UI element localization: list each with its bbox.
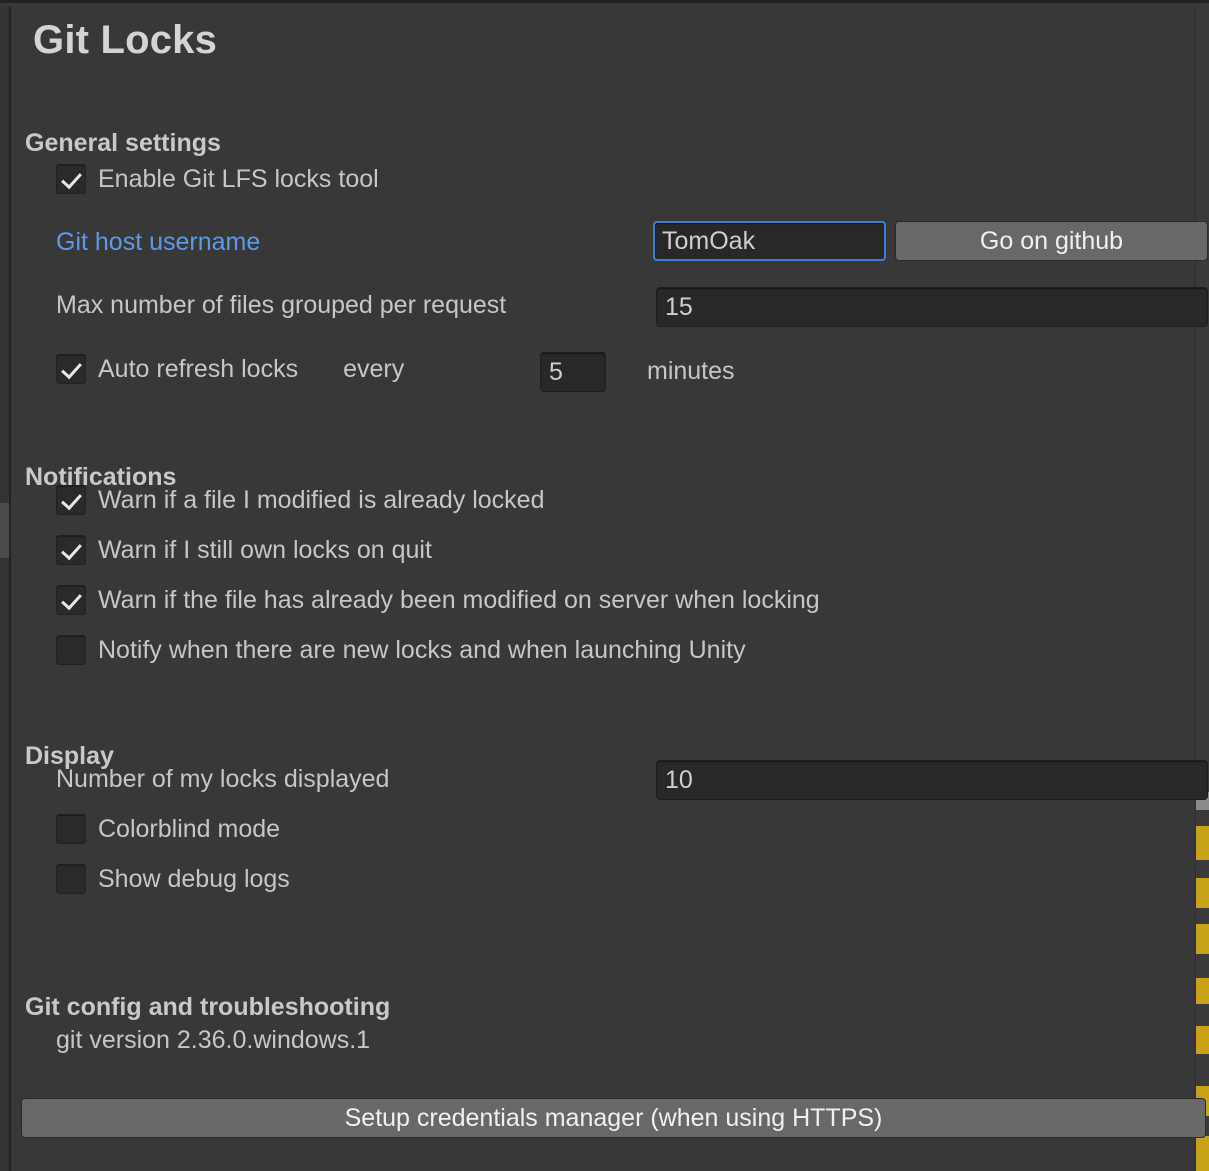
warn-modified-locked-label: Warn if a file I modified is already loc… bbox=[98, 485, 545, 514]
notify-new-locks-label: Notify when there are new locks and when… bbox=[98, 635, 746, 664]
auto-refresh-interval-input[interactable] bbox=[540, 352, 606, 392]
max-files-per-request-label: Max number of files grouped per request bbox=[56, 291, 507, 319]
gap-row bbox=[1196, 860, 1209, 878]
enable-git-lfs-locks-row[interactable]: Enable Git LFS locks tool bbox=[56, 164, 379, 194]
warn-own-locks-quit-label: Warn if I still own locks on quit bbox=[98, 535, 432, 564]
auto-refresh-unit-label: minutes bbox=[647, 357, 735, 385]
display-row-colorblind-mode[interactable]: Colorblind mode bbox=[56, 814, 280, 844]
show-debug-logs-label: Show debug logs bbox=[98, 864, 290, 893]
amber-row-marker bbox=[1196, 924, 1209, 954]
warn-modified-server-label: Warn if the file has already been modifi… bbox=[98, 585, 820, 614]
auto-refresh-locks-row[interactable]: Auto refresh locks every bbox=[56, 354, 404, 384]
colorblind-mode-checkbox[interactable] bbox=[56, 814, 86, 844]
gap-row bbox=[1196, 1054, 1209, 1086]
git-version-text: git version 2.36.0.windows.1 bbox=[56, 1026, 371, 1054]
auto-refresh-locks-checkbox[interactable] bbox=[56, 354, 86, 384]
section-heading-general: General settings bbox=[25, 129, 221, 157]
adjacent-panel-sliver[interactable] bbox=[1195, 6, 1209, 1171]
amber-row-marker bbox=[1196, 878, 1209, 908]
git-host-username-label[interactable]: Git host username bbox=[56, 228, 260, 257]
display-row-show-debug-logs[interactable]: Show debug logs bbox=[56, 864, 290, 894]
warn-own-locks-quit-checkbox[interactable] bbox=[56, 535, 86, 565]
enable-git-lfs-locks-checkbox[interactable] bbox=[56, 164, 86, 194]
git-host-username-input[interactable] bbox=[653, 221, 886, 261]
section-heading-git-config: Git config and troubleshooting bbox=[25, 993, 391, 1021]
notification-row-notify-new-locks[interactable]: Notify when there are new locks and when… bbox=[56, 635, 746, 665]
git-locks-settings-window: Git Locks General settings Enable Git LF… bbox=[0, 0, 1209, 1171]
amber-row-marker bbox=[1196, 1026, 1209, 1054]
notification-row-warn-modified-server[interactable]: Warn if the file has already been modifi… bbox=[56, 585, 820, 615]
notify-new-locks-checkbox[interactable] bbox=[56, 635, 86, 665]
left-scrollbar-thumb[interactable] bbox=[0, 503, 9, 558]
max-files-per-request-input[interactable] bbox=[656, 287, 1208, 327]
amber-row-marker bbox=[1196, 978, 1209, 1004]
amber-row-marker bbox=[1196, 826, 1209, 860]
colorblind-mode-label: Colorblind mode bbox=[98, 814, 281, 843]
auto-refresh-locks-label: Auto refresh locks bbox=[98, 354, 299, 383]
settings-content: Git Locks General settings Enable Git LF… bbox=[11, 6, 1208, 1171]
gap-row bbox=[1196, 908, 1209, 924]
amber-row-marker bbox=[1196, 1136, 1209, 1171]
locks-displayed-label: Number of my locks displayed bbox=[56, 765, 390, 793]
auto-refresh-every-label: every bbox=[343, 354, 405, 383]
left-scrollbar-track[interactable] bbox=[0, 6, 9, 1171]
notification-row-warn-modified-locked[interactable]: Warn if a file I modified is already loc… bbox=[56, 485, 544, 515]
go-on-github-button[interactable]: Go on github bbox=[895, 221, 1208, 261]
notification-row-warn-own-locks-quit[interactable]: Warn if I still own locks on quit bbox=[56, 535, 432, 565]
setup-credentials-manager-button[interactable]: Setup credentials manager (when using HT… bbox=[21, 1098, 1206, 1138]
show-debug-logs-checkbox[interactable] bbox=[56, 864, 86, 894]
gap-row bbox=[1196, 954, 1209, 978]
gap-row bbox=[1196, 1004, 1209, 1026]
locks-displayed-input[interactable] bbox=[656, 760, 1208, 800]
warn-modified-locked-checkbox[interactable] bbox=[56, 485, 86, 515]
page-title: Git Locks bbox=[33, 18, 218, 62]
enable-git-lfs-locks-label: Enable Git LFS locks tool bbox=[98, 164, 379, 193]
warn-modified-server-checkbox[interactable] bbox=[56, 585, 86, 615]
